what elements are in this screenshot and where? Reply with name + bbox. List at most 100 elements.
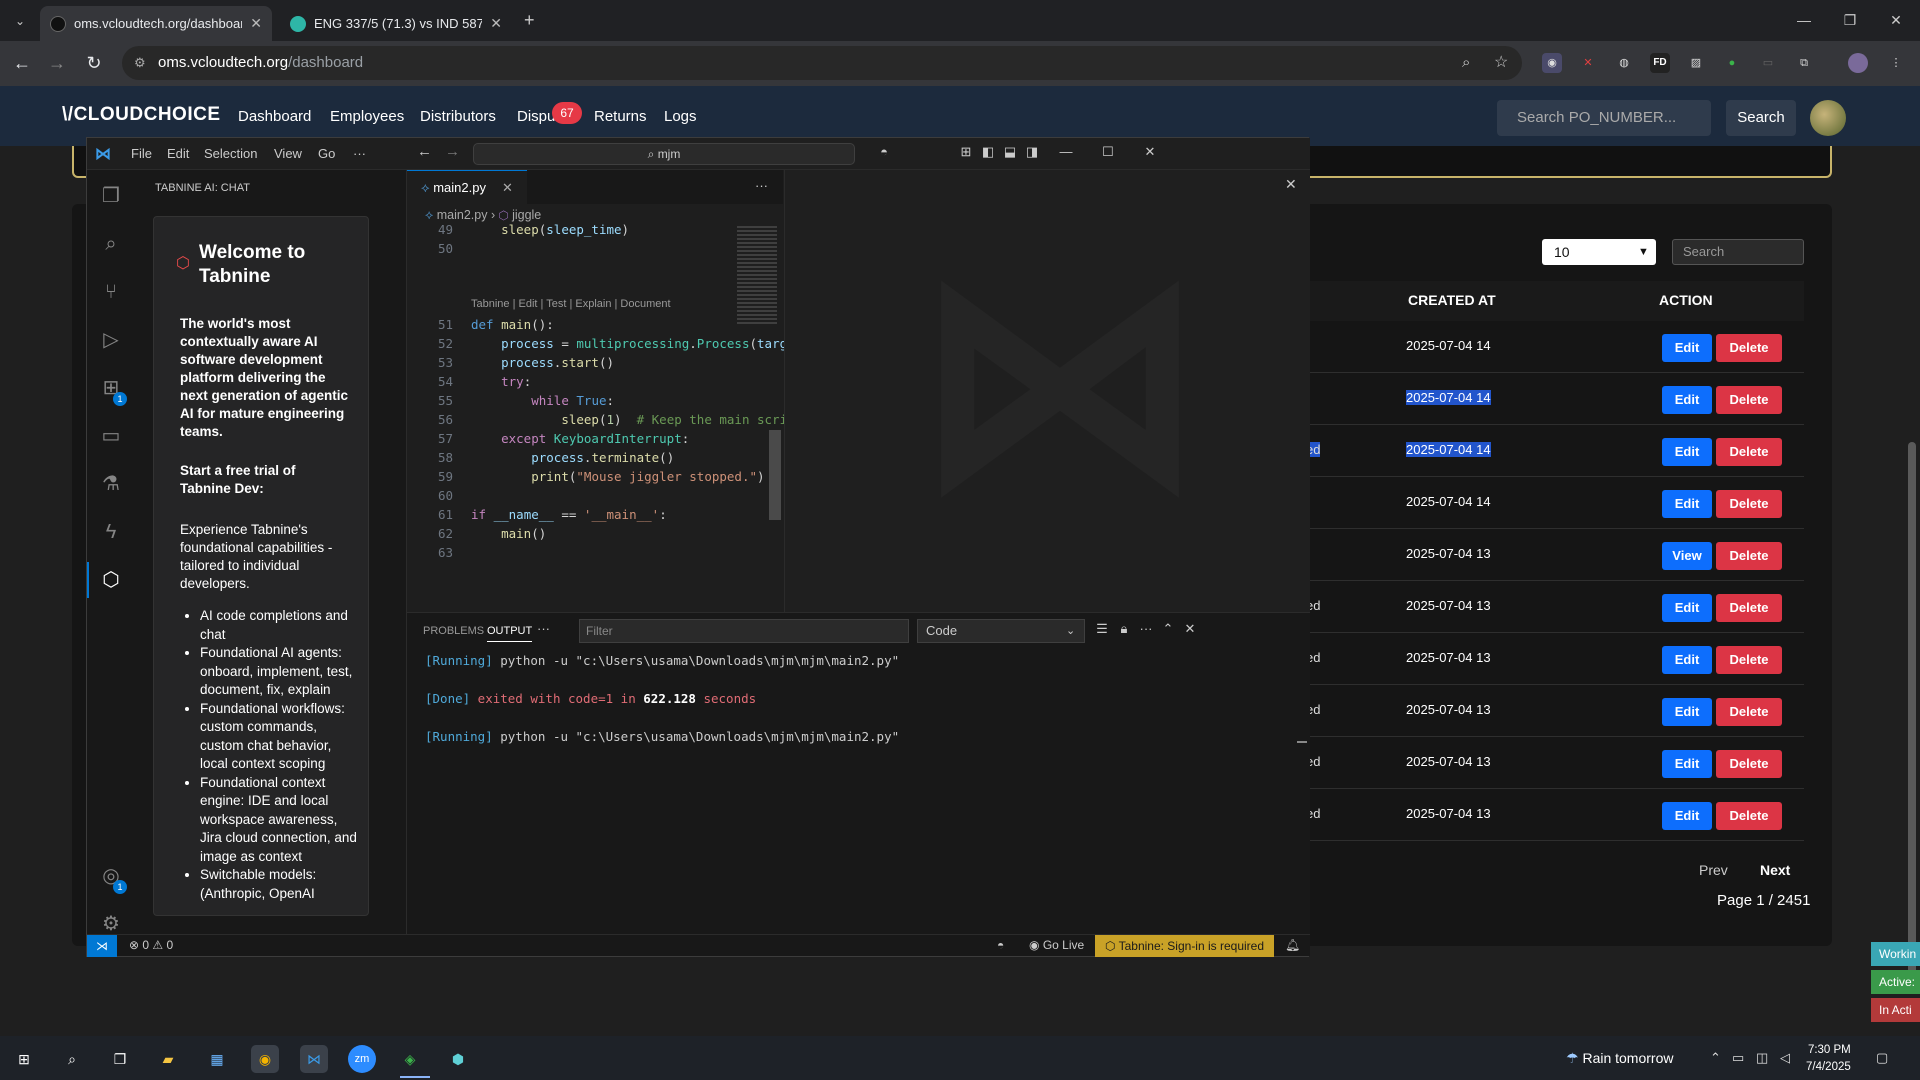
profile-avatar-icon[interactable] [1848,53,1868,73]
chrome-menu-icon[interactable]: ⋮ [1886,53,1906,73]
delete-button[interactable]: Delete [1716,386,1782,414]
toggle-secondary-sidebar-icon[interactable]: ◨ [1021,144,1043,160]
vscode-minimize-icon[interactable]: — [1055,144,1077,159]
vscode-maximize-icon[interactable]: ☐ [1097,144,1119,160]
problems-count[interactable]: ⊗ 0 ⚠ 0 [129,938,173,952]
new-tab-icon[interactable]: + [524,10,535,31]
menu-more[interactable]: ··· [353,146,366,161]
nav-logs[interactable]: Logs [664,108,697,125]
restore-window-icon[interactable]: ❐ [1830,8,1870,32]
nav-employees[interactable]: Employees [330,108,404,125]
menu-view[interactable]: View [274,146,302,161]
breadcrumb-file[interactable]: main2.py [437,208,488,222]
lock-scroll-icon[interactable]: 🔒︎ [1115,621,1133,637]
go-live-button[interactable]: ◉ Go Live [1029,938,1084,952]
next-page-button[interactable]: Next [1760,862,1790,878]
volume-icon[interactable]: ◁ [1780,1050,1790,1066]
page-size-select[interactable]: 10 ▼ [1542,239,1656,265]
extension-box-icon[interactable]: ▭ [1758,53,1778,73]
task-view-icon[interactable]: ❐ [106,1045,134,1073]
copilot-icon[interactable]: ◓ [873,144,895,159]
back-icon[interactable]: ← [8,49,36,77]
extension-globe-icon[interactable]: ◍ [1614,53,1634,73]
remote-explorer-icon[interactable]: ▭ [97,422,125,450]
toggle-panel-icon[interactable]: ⬓ [999,144,1021,160]
edit-button[interactable]: Edit [1662,802,1712,830]
windows-start-icon[interactable]: ⊞ [10,1045,38,1073]
toggle-sidebar-icon[interactable]: ◧ [977,144,999,160]
panel-overflow-icon[interactable]: ··· [1137,621,1155,636]
taskbar-clock[interactable]: 7:30 PM 7/4/2025 [1806,1042,1851,1076]
delete-button[interactable]: Delete [1716,698,1782,726]
weather-widget[interactable]: ☂ Rain tomorrow [1566,1050,1673,1067]
close-editor-icon[interactable]: ✕ [502,180,513,195]
site-info-icon[interactable]: ⚙ [134,46,146,80]
nav-back-icon[interactable]: ← [417,143,432,160]
file-explorer-icon[interactable]: ▰ [154,1045,182,1073]
search-icon[interactable]: ⌕ [97,230,125,258]
panel-more-icon[interactable]: ··· [537,621,550,636]
bookmark-star-icon[interactable]: ☆ [1494,46,1508,80]
explorer-icon[interactable]: ❐ [97,182,125,210]
close-tab-icon[interactable]: ✕ [250,15,262,32]
nav-disputes[interactable]: Dispu [517,108,555,125]
editor-vertical-scrollbar[interactable] [769,430,781,520]
prev-page-button[interactable]: Prev [1699,862,1728,878]
tabnine-codelens[interactable]: Tabnine | Edit | Test | Explain | Docume… [471,298,671,310]
app-leaf-icon[interactable]: ◈ [396,1045,424,1073]
nav-dashboard[interactable]: Dashboard [238,108,311,125]
nav-forward-icon[interactable]: → [445,143,460,160]
delete-button[interactable]: Delete [1716,542,1782,570]
view-button[interactable]: View [1662,542,1712,570]
output-channel-select[interactable]: Code ⌄ [917,619,1085,643]
delete-button[interactable]: Delete [1716,646,1782,674]
customize-layout-icon[interactable]: ⊞ [955,144,977,160]
minimap[interactable] [737,226,777,326]
extension-green-icon[interactable]: ● [1722,53,1742,73]
menu-file[interactable]: File [131,146,152,161]
zoom-taskbar-icon[interactable]: zm [348,1045,376,1073]
remote-indicator-icon[interactable]: ⋊ [87,935,117,957]
minimize-window-icon[interactable]: — [1784,8,1824,32]
delete-button[interactable]: Delete [1716,802,1782,830]
user-avatar[interactable] [1810,100,1846,136]
source-control-icon[interactable]: ⑂ [97,278,125,306]
menu-selection[interactable]: Selection [204,146,257,161]
editor-tab-main2[interactable]: ⟡ main2.py ✕ [407,170,527,204]
vscode-close-icon[interactable]: ✕ [1139,144,1161,160]
clear-output-icon[interactable]: ☰ [1093,621,1111,637]
delete-button[interactable]: Delete [1716,438,1782,466]
nav-distributors[interactable]: Distributors [420,108,496,125]
address-bar[interactable]: ⚙ oms.vcloudtech.org/dashboard ⌕ ☆ [122,46,1522,80]
tabnine-icon[interactable]: ⬡ [97,566,125,594]
browser-tab-cricket[interactable]: ENG 337/5 (71.3) vs IND 587 (I ✕ [280,6,512,41]
notification-center-icon[interactable]: ▢ [1876,1050,1888,1066]
edit-button[interactable]: Edit [1662,386,1712,414]
chrome-taskbar-icon[interactable]: ◉ [251,1045,279,1073]
maximize-panel-icon[interactable]: ⌃ [1159,621,1177,637]
po-number-search-input[interactable]: Search PO_NUMBER... [1497,100,1711,136]
extension-x-icon[interactable]: ✕ [1578,53,1598,73]
edit-button[interactable]: Edit [1662,438,1712,466]
extension-mask-icon[interactable]: ◉ [1542,53,1562,73]
breadcrumb-symbol[interactable]: jiggle [512,208,541,222]
table-search-input[interactable]: Search [1672,239,1804,265]
network-icon[interactable]: ◫ [1756,1050,1768,1066]
menu-go[interactable]: Go [318,146,335,161]
copilot-status-icon[interactable]: ◓ [997,938,1004,952]
app-hex-icon[interactable]: ⬢ [444,1045,472,1073]
extensions-puzzle-icon[interactable]: ⧉ [1794,53,1814,73]
tab-problems[interactable]: PROBLEMS [423,625,484,637]
tabnine-status[interactable]: ⬡ Tabnine: Sign-in is required [1095,935,1275,957]
lightning-icon[interactable]: ϟ [97,518,125,546]
close-tab-icon[interactable]: ✕ [490,15,502,32]
extension-image-icon[interactable]: ▨ [1686,53,1706,73]
tray-chevron-icon[interactable]: ⌃ [1710,1050,1721,1066]
page-scrollbar[interactable] [1908,442,1916,992]
notifications-bell-icon[interactable]: 🔔︎ [1285,938,1300,952]
delete-button[interactable]: Delete [1716,490,1782,518]
command-center[interactable]: ⌕ mjm [473,143,855,165]
editor-more-icon[interactable]: ··· [755,178,768,193]
nav-returns[interactable]: Returns [594,108,647,125]
edit-button[interactable]: Edit [1662,594,1712,622]
